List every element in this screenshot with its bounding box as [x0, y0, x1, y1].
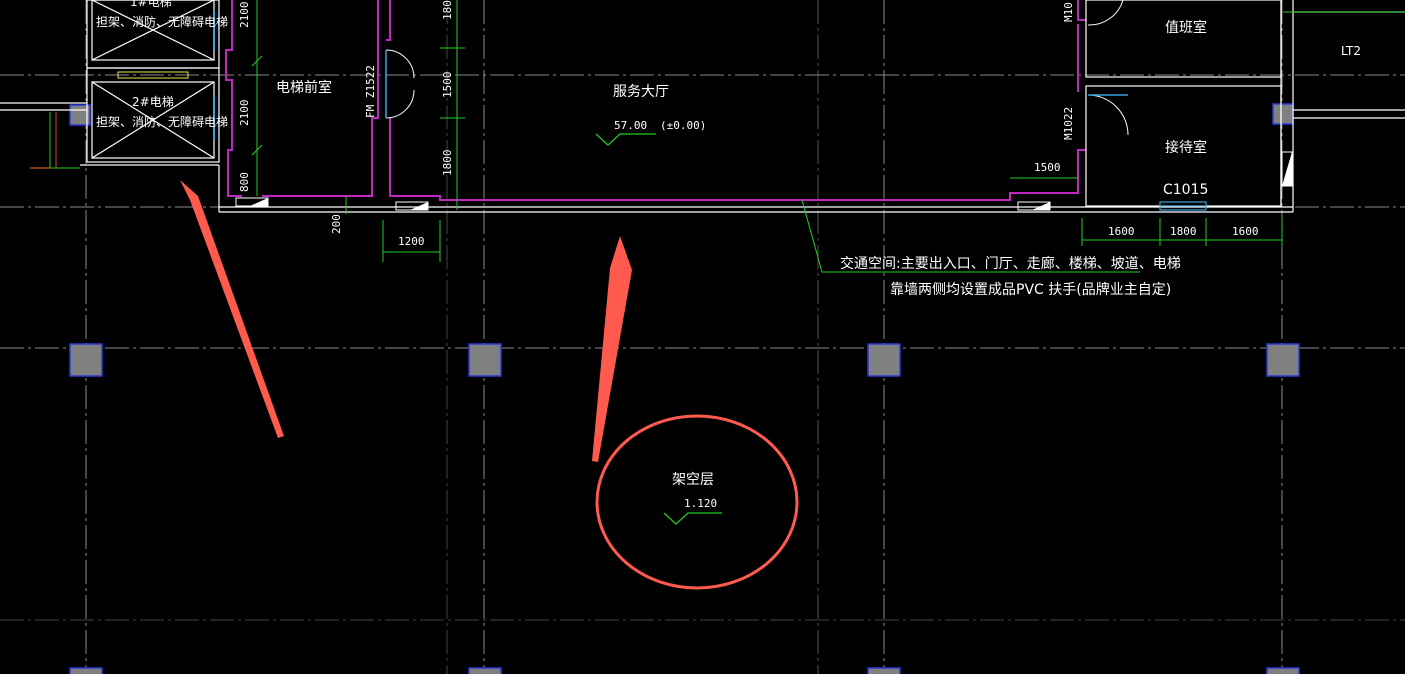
elevator1-title: 1#电梯 — [130, 0, 172, 9]
dim-1500: 1500 — [441, 72, 454, 99]
dimension-lines — [30, 0, 1405, 273]
stilt-floor-label: 架空层 — [672, 472, 714, 488]
service-hall-label: 服务大厅 — [613, 84, 669, 100]
dim-200: 200 — [330, 214, 343, 234]
dim-2100-lower: 2100 — [238, 100, 251, 127]
column — [867, 667, 901, 674]
dim-1600-right: 1600 — [1232, 225, 1259, 238]
door-m1022-tag: M1022 — [1062, 107, 1075, 140]
markup-annotations — [180, 180, 799, 590]
column — [1266, 667, 1300, 674]
column — [468, 667, 502, 674]
hall-level: 57.00 — [614, 119, 647, 132]
door-top-tag: M10 — [1062, 2, 1075, 22]
reception-room-label: 接待室 — [1165, 139, 1207, 156]
column — [69, 667, 103, 674]
wall-symbols — [235, 151, 1293, 211]
dim-1800-lower: 1800 — [441, 150, 454, 177]
dim-2100-upper: 2100 — [238, 2, 251, 29]
elevator1-desc: 担架、消防、无障碍电梯 — [96, 14, 228, 29]
annotation-line2: 靠墙两侧均设置成品PVC 扶手(品牌业主自定) — [890, 281, 1171, 298]
fire-door-tag: FM Z1522 — [364, 65, 377, 118]
dim-1800-window: 1800 — [1170, 225, 1197, 238]
dim-1800-upper: 1800 — [441, 0, 454, 20]
column — [468, 343, 502, 377]
red-arrow-left — [180, 180, 284, 438]
window-c1015-tag: C1015 — [1163, 182, 1208, 198]
column — [867, 343, 901, 377]
dim-1200: 1200 — [398, 235, 425, 248]
duty-room-label: 值班室 — [1165, 19, 1207, 36]
lt2-label: LT2 — [1341, 44, 1361, 58]
red-arrow-center — [592, 236, 632, 462]
elevator2-desc: 担架、消防、无障碍电梯 — [96, 114, 228, 129]
elevator2-title: 2#电梯 — [132, 95, 174, 109]
column — [1266, 343, 1300, 377]
annotation-line1: 交通空间:主要出入口、门厅、走廊、楼梯、坡道、电梯 — [840, 255, 1181, 272]
column — [69, 343, 103, 377]
axis-grid — [0, 0, 1405, 674]
hall-relative-level: (±0.00) — [660, 119, 706, 132]
elevator-lobby-label: 电梯前室 — [276, 79, 332, 96]
column — [1272, 103, 1294, 125]
dim-800: 800 — [238, 172, 251, 192]
stilt-level: 1.120 — [684, 497, 717, 510]
dim-1500-right: 1500 — [1034, 161, 1061, 174]
cad-drawing-canvas[interactable]: 1#电梯 担架、消防、无障碍电梯 2#电梯 担架、消防、无障碍电梯 电梯前室 服… — [0, 0, 1405, 674]
dim-1600-left: 1600 — [1108, 225, 1135, 238]
